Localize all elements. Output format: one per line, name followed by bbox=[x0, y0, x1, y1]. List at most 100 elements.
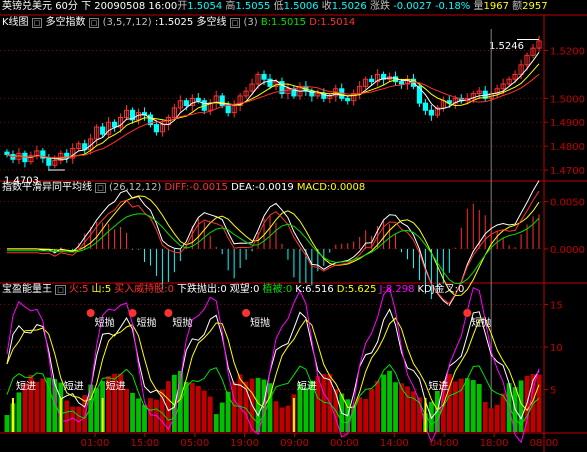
energy-bar bbox=[369, 388, 375, 432]
x-tick-label: 09:00 bbox=[280, 438, 309, 449]
energy-item-7: D:5.625 bbox=[336, 284, 377, 295]
x-tick-label: 19:00 bbox=[230, 438, 259, 449]
energy-bar bbox=[452, 381, 458, 432]
sell-signal-label: 短抛 bbox=[137, 316, 157, 329]
buy-signal-label: 短进 bbox=[297, 380, 317, 393]
indicator-value: :1.5025 bbox=[154, 17, 194, 28]
buy-signal-label: 短进 bbox=[16, 380, 36, 393]
candle-body bbox=[422, 102, 429, 111]
x-tick-label: 08:00 bbox=[530, 438, 559, 449]
energy-bar bbox=[237, 374, 243, 432]
energy-panel-header: 宝盈能量王 □ 火:5 山:5 买入威持股:0 下跌抛出:0 观望:0 植被:0 K:6.51… bbox=[2, 284, 464, 296]
sell-signal-label: 短抛 bbox=[95, 316, 115, 329]
sell-signal-dot bbox=[164, 309, 173, 317]
energy-bar bbox=[285, 405, 291, 432]
candle-body bbox=[345, 97, 351, 102]
x-tick-label: 15:00 bbox=[130, 438, 159, 449]
energy-y-tick-label: 5 bbox=[550, 386, 556, 397]
energy-bar bbox=[4, 415, 10, 432]
sell-signal-label: 短抛 bbox=[250, 316, 270, 329]
macd-value: :0.0008 bbox=[326, 182, 366, 193]
low-value: 1.5006 bbox=[283, 1, 319, 12]
energy-bar bbox=[40, 378, 46, 432]
energy-bar bbox=[303, 387, 309, 432]
trading-chart-window: 1.5200 1.5000 1.4900 1.4800 1.4700 1.5246 1.47… bbox=[0, 0, 587, 452]
energy-bar bbox=[393, 382, 398, 432]
main-panel-header: K线图 □ 多空指数 □ (3,5,7,12) :1.5025 多空线 □ (3… bbox=[2, 17, 356, 28]
energy-bar bbox=[201, 390, 207, 432]
energy-bar bbox=[189, 382, 195, 432]
b-value: :1.5015 bbox=[267, 17, 307, 28]
candle-body bbox=[261, 73, 267, 80]
panel-toggle-icon[interactable]: □ bbox=[31, 18, 43, 28]
indicator2-toggle-icon[interactable]: □ bbox=[229, 18, 241, 28]
energy-y-tick-label: 10 bbox=[550, 343, 563, 354]
macd-y-tick-label: 0.0000 bbox=[550, 245, 585, 256]
macd-toggle-icon[interactable]: □ bbox=[95, 183, 106, 193]
energy-bar bbox=[124, 388, 129, 432]
diff-value: :-0.0015 bbox=[185, 182, 228, 193]
main-y-tick-label: 1.4900 bbox=[550, 118, 585, 129]
energy-bar bbox=[488, 408, 494, 432]
x-tick-label: 04:00 bbox=[430, 438, 459, 449]
macd-panel-header: 指数平滑异同平均线 □ (26,12,12) DIFF:-0.0015 DEA:… bbox=[2, 182, 366, 193]
energy-bar bbox=[500, 393, 506, 432]
indicator-params: (3,5,7,12) bbox=[102, 17, 152, 28]
x-tick-label: 00:00 bbox=[330, 438, 359, 449]
sell-signal-label: 短抛 bbox=[172, 316, 192, 329]
energy-bar bbox=[195, 385, 201, 432]
main-panel-title: K线图 bbox=[2, 17, 29, 28]
energy-bar bbox=[207, 396, 213, 432]
candle-body bbox=[183, 100, 189, 106]
energy-bar bbox=[273, 401, 279, 432]
energy-bar bbox=[231, 382, 237, 432]
candle-body bbox=[100, 126, 106, 135]
candle-body bbox=[4, 151, 10, 156]
energy-item-1: 山:5 bbox=[91, 284, 112, 295]
energy-bar bbox=[136, 398, 141, 432]
energy-item-9: KDJ金叉:0 bbox=[417, 284, 465, 295]
indicator-toggle-icon[interactable]: □ bbox=[88, 18, 100, 28]
energy-bar bbox=[142, 404, 147, 432]
symbol-name: 英镑兑美元 bbox=[2, 1, 52, 12]
energy-bar bbox=[381, 374, 386, 432]
macd-params: (26,12,12) bbox=[109, 182, 162, 193]
buy-signal-label: 短进 bbox=[428, 380, 448, 393]
indicator2-name: 多空线 bbox=[196, 17, 227, 28]
candle-body bbox=[267, 78, 273, 87]
energy-item-6: K:6.516 bbox=[295, 284, 334, 295]
amount-value: 2957 bbox=[522, 1, 548, 12]
sell-signal-dot bbox=[128, 309, 137, 317]
sell-signal-label: 短抛 bbox=[471, 316, 491, 329]
indicator-name: 多空指数 bbox=[45, 17, 86, 28]
direction-label: 下 bbox=[81, 1, 92, 12]
x-tick-label: 18:00 bbox=[480, 438, 509, 449]
energy-bar bbox=[64, 400, 70, 432]
energy-bar bbox=[219, 402, 225, 432]
energy-bar bbox=[46, 377, 52, 432]
energy-y-tick-label: 15 bbox=[550, 301, 563, 312]
buy-signal-label: 短进 bbox=[64, 380, 84, 393]
main-y-tick-label: 1.5200 bbox=[550, 47, 585, 58]
candle-body bbox=[153, 124, 160, 133]
change-value: -0.0027 bbox=[393, 1, 432, 12]
close-value: 1.5026 bbox=[331, 1, 367, 12]
energy-bar bbox=[130, 392, 135, 432]
main-y-tick-label: 1.4700 bbox=[550, 166, 585, 177]
energy-bar bbox=[225, 391, 231, 432]
energy-item-5: 植被:0 bbox=[262, 284, 293, 295]
dea-line bbox=[7, 195, 540, 297]
chart-canvas[interactable]: 1.52001.50001.49001.48001.47001.52461.47… bbox=[0, 0, 587, 452]
energy-item-2: 买入威持股:0 bbox=[114, 284, 175, 295]
energy-bar bbox=[476, 383, 482, 432]
energy-bar bbox=[357, 397, 363, 432]
main-y-tick-label: 1.5000 bbox=[550, 94, 585, 105]
energy-panel-title: 宝盈能量王 bbox=[2, 284, 52, 295]
energy-toggle-icon[interactable]: □ bbox=[55, 285, 66, 295]
energy-item-4: 观望:0 bbox=[229, 284, 260, 295]
energy-bar bbox=[183, 382, 189, 432]
energy-bar bbox=[279, 407, 285, 432]
x-tick-label: 05:00 bbox=[180, 438, 209, 449]
change-pct-value: -0.18% bbox=[434, 1, 471, 12]
chart-header: 英镑兑美元 60分 下 20090508 16:00开1.5054 高1.505… bbox=[2, 1, 548, 12]
